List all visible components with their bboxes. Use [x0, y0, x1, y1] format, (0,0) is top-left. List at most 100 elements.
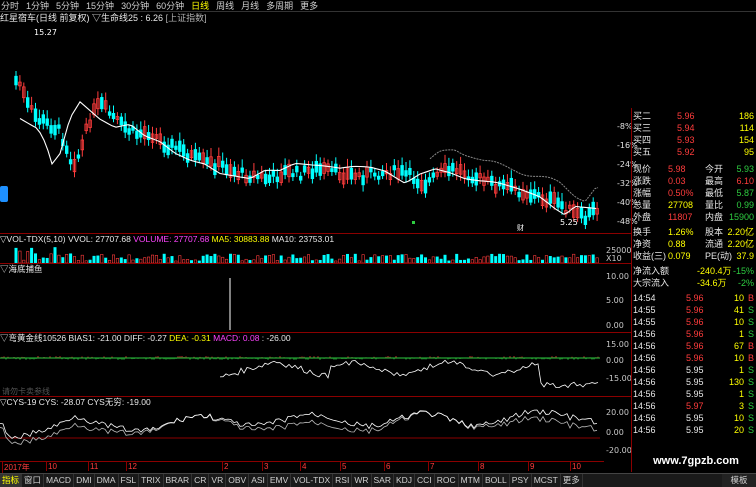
period-tab[interactable]: 15分钟 — [85, 0, 114, 11]
indicator-tab[interactable]: FSL — [119, 474, 140, 487]
candle-body — [310, 168, 315, 180]
indicator-tab[interactable]: TRIX — [139, 474, 164, 487]
quote-label: 净资 — [633, 239, 652, 249]
quote-value-2: 15900 — [728, 212, 754, 222]
indicator-tab[interactable]: BOLL — [483, 474, 510, 487]
tick-direction: S — [747, 389, 754, 399]
candle-body — [68, 159, 73, 165]
tick-direction: S — [747, 401, 754, 411]
x-axis-label: 2 — [222, 462, 229, 471]
macd-chart[interactable] — [0, 344, 604, 396]
indicator-tab[interactable]: ROC — [435, 474, 459, 487]
volume-bar — [490, 253, 494, 263]
indicator-tab[interactable]: ASI — [249, 474, 268, 487]
bid-price: 5.92 — [677, 147, 695, 157]
sea-chart[interactable] — [0, 264, 604, 332]
tick-price: 5.97 — [686, 401, 704, 411]
volume-bar — [353, 253, 357, 263]
quote-label-2: 流通 — [705, 239, 724, 249]
volume-bar — [373, 254, 377, 263]
collapse-handle[interactable] — [0, 186, 8, 202]
x-axis-label: 3 — [262, 462, 269, 471]
volume-bar — [201, 255, 205, 263]
bid-label: 买二 — [633, 111, 652, 121]
indicator-tab[interactable]: 窗口 — [22, 474, 45, 487]
tick-row: 14:56 5.95 20 S — [631, 424, 756, 436]
x-axis-label: 10 — [46, 462, 57, 471]
indicator-tab[interactable]: DMI — [74, 474, 95, 487]
volume-bar — [69, 253, 73, 263]
quote-label: 现价 — [633, 164, 652, 174]
tick-volume: 1 — [738, 329, 744, 339]
indicator-tab[interactable]: DMA — [95, 474, 119, 487]
period-tab[interactable]: 5分钟 — [55, 0, 79, 11]
template-button[interactable]: 模板 — [722, 474, 756, 487]
indicator-tab[interactable]: MTM — [459, 474, 483, 487]
indicator-tab[interactable]: CR — [192, 474, 210, 487]
index-label[interactable]: [上证指数] — [166, 13, 207, 23]
cys-chart[interactable] — [0, 408, 604, 460]
candle-body — [451, 162, 455, 172]
period-tab[interactable]: 30分钟 — [120, 0, 149, 11]
candle-body — [298, 175, 303, 181]
dea-value: DEA: -0.31 — [169, 333, 211, 343]
indicator-tab[interactable]: BRAR — [164, 474, 193, 487]
volume-bar — [498, 253, 502, 263]
indicator-tab[interactable]: EMV — [268, 474, 292, 487]
indicator-tab[interactable]: CCI — [415, 474, 435, 487]
tick-row: 14:56 5.97 3 S — [631, 400, 756, 412]
candle-body — [256, 174, 260, 180]
tick-price: 5.96 — [686, 317, 704, 327]
cys-value2: CYS无穷: -19.00 — [87, 397, 151, 407]
indicator-tab[interactable]: MACD — [44, 474, 75, 487]
volume-bar — [217, 255, 221, 263]
quote-value: 27708 — [668, 200, 694, 210]
volume-bar — [92, 255, 96, 263]
period-tab[interactable]: 分时 — [0, 0, 19, 11]
period-tab[interactable]: 更多 — [299, 0, 318, 11]
quote-label-2: 今开 — [705, 164, 724, 174]
period-tab[interactable]: 多周期 — [265, 0, 293, 11]
period-tab[interactable]: 月线 — [240, 0, 259, 11]
volume-bar — [256, 255, 260, 263]
cys-title: ▽CYS-19 — [0, 397, 37, 407]
indicator-tab[interactable]: VOL-TDX — [291, 474, 334, 487]
candle-body — [14, 75, 18, 86]
volume-chart[interactable] — [0, 245, 604, 263]
sea-tick-1: 5.00 — [606, 296, 624, 305]
indicator-tab[interactable]: 更多 — [561, 474, 583, 487]
indicator-tab[interactable]: OBV — [226, 474, 250, 487]
candle-body — [373, 172, 377, 177]
indicator-tab[interactable]: PSY — [510, 474, 532, 487]
cys-tick-1: 0.00 — [606, 428, 624, 437]
candlestick-chart[interactable]: 15.27 5.25 财 — [0, 24, 604, 232]
quote-value-2: 5.87 — [736, 188, 754, 198]
indicator-tab[interactable]: RSI — [333, 474, 353, 487]
diff-value: DIFF: -0.27 — [123, 333, 167, 343]
candle-body — [509, 177, 513, 192]
volume-bar — [127, 254, 131, 263]
candle-body — [330, 168, 334, 172]
indicator-tab[interactable]: 指标 — [0, 474, 23, 487]
indicator-tab[interactable]: KDJ — [394, 474, 416, 487]
flow-label: 净流入额 — [633, 266, 670, 276]
candle-body — [380, 171, 385, 177]
candle-body — [174, 145, 178, 150]
vvol-value: VVOL: 27707.68 — [67, 234, 131, 244]
volume-bar — [342, 255, 346, 263]
period-tab[interactable]: 60分钟 — [155, 0, 184, 11]
tick-volume: 1 — [738, 365, 744, 375]
indicator-tab[interactable]: MCST — [532, 474, 561, 487]
indicator-tab[interactable]: SAR — [372, 474, 394, 487]
tick-volume: 41 — [733, 305, 744, 315]
quote-value: 0.079 — [668, 251, 691, 261]
tick-row: 14:56 5.96 10 B — [631, 352, 756, 364]
period-tab[interactable]: 日线 — [190, 0, 209, 11]
volume-bar — [388, 255, 392, 263]
period-tab[interactable]: 周线 — [215, 0, 234, 11]
volume-bar — [80, 254, 84, 263]
indicator-tab[interactable]: VR — [209, 474, 227, 487]
period-tab[interactable]: 1分钟 — [25, 0, 49, 11]
candle-body — [240, 167, 244, 173]
indicator-tab[interactable]: WR — [352, 474, 372, 487]
